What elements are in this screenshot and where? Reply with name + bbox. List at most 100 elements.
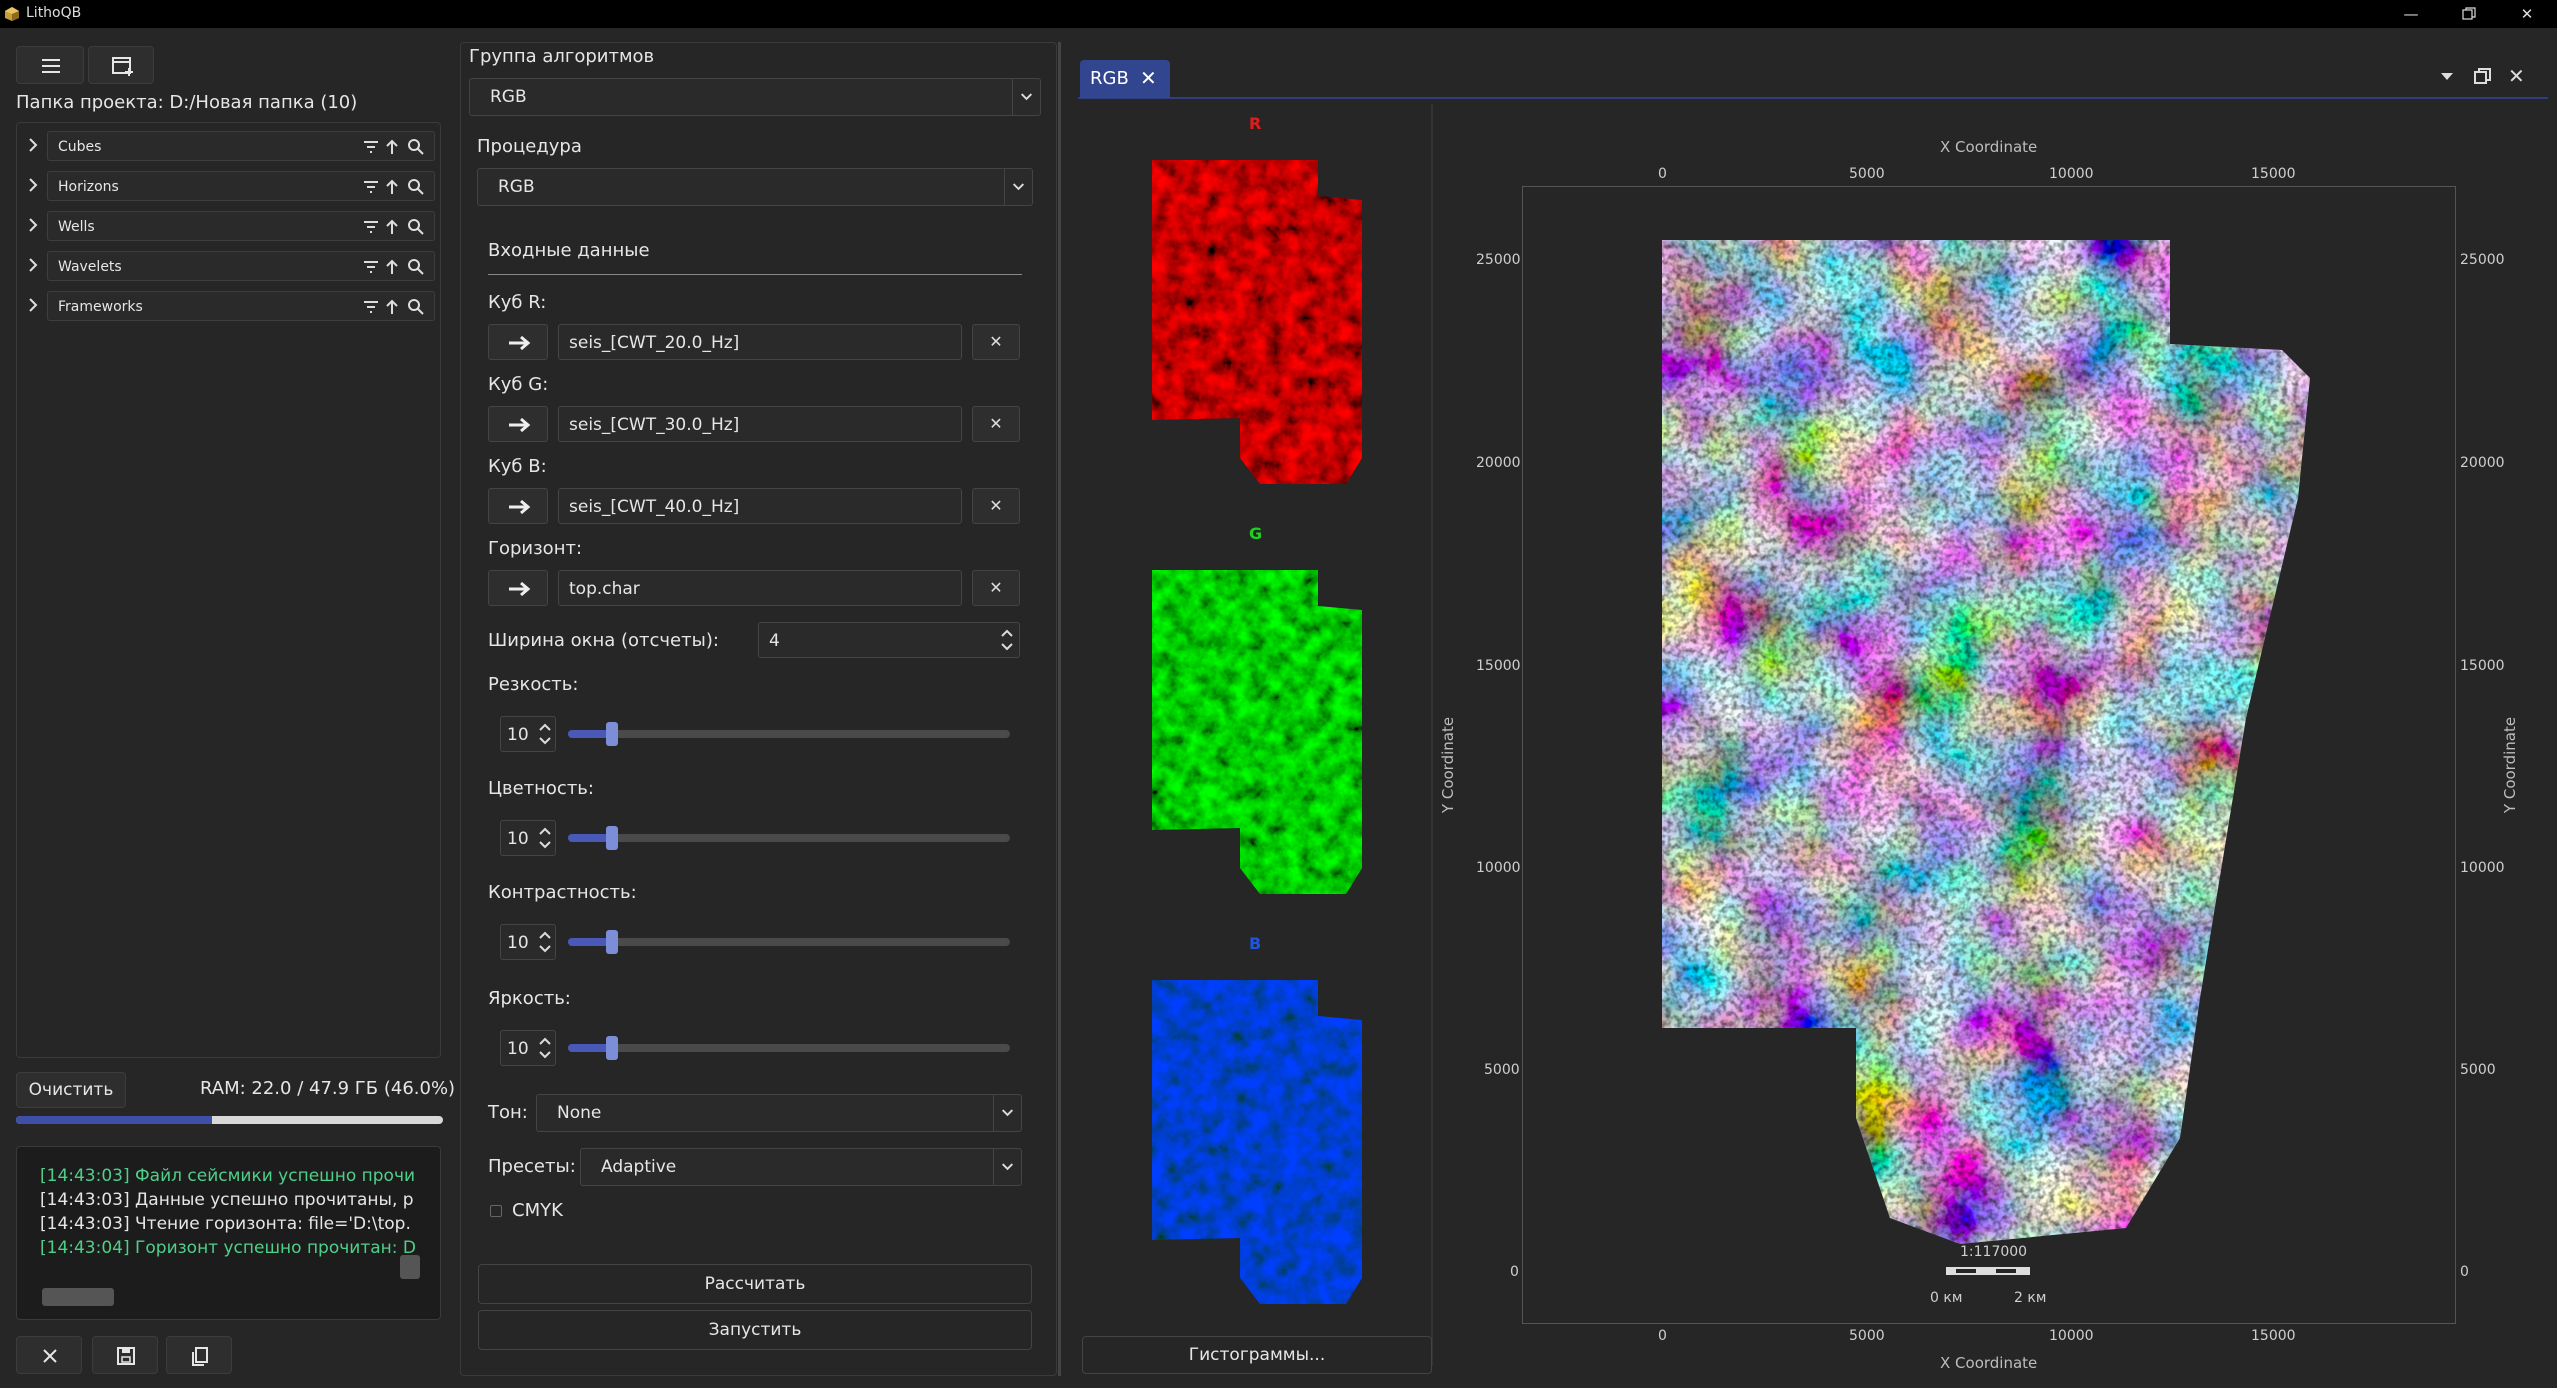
new-folder-icon: [112, 57, 133, 76]
app-title: LithoQB: [26, 5, 82, 21]
horizon-assign-button[interactable]: [488, 570, 548, 606]
close-icon[interactable]: ✕: [2504, 2, 2550, 26]
contrast-value: 10: [507, 933, 529, 953]
clear-button[interactable]: Очистить: [16, 1072, 126, 1108]
presets-select[interactable]: Adaptive: [580, 1148, 1022, 1186]
y-tick-label: 20000: [1476, 455, 1521, 471]
brightness-slider[interactable]: [568, 1036, 1010, 1060]
minimize-icon[interactable]: —: [2388, 2, 2434, 26]
chevron-right-icon[interactable]: [25, 255, 41, 275]
divider: [488, 274, 1022, 275]
tone-select[interactable]: None: [536, 1094, 1022, 1132]
cube-g-clear-button[interactable]: ✕: [972, 406, 1020, 442]
presets-value: Adaptive: [601, 1157, 677, 1177]
y-tick-label: 0: [2460, 1264, 2469, 1280]
spin-arrows-icon[interactable]: [999, 627, 1015, 653]
tree-item-frameworks[interactable]: Frameworks: [17, 289, 442, 321]
save-button[interactable]: [92, 1336, 158, 1374]
saturation-slider[interactable]: [568, 826, 1010, 850]
contrast-slider[interactable]: [568, 930, 1010, 954]
log-scrollbar-vertical[interactable]: [400, 1255, 420, 1279]
spin-arrows-icon[interactable]: [538, 825, 552, 851]
filter-sort-search-icons[interactable]: [360, 258, 430, 276]
tree-item-horizons[interactable]: Horizons: [17, 169, 442, 201]
spin-arrows-icon[interactable]: [538, 1035, 552, 1061]
tree-item-field[interactable]: Frameworks: [47, 291, 435, 321]
chevron-down-icon: [1012, 79, 1033, 115]
chevron-right-icon[interactable]: [25, 175, 41, 195]
tree-item-cubes[interactable]: Cubes: [17, 129, 442, 161]
new-project-button[interactable]: [88, 46, 154, 84]
cube-g-field[interactable]: seis_[CWT_30.0_Hz]: [558, 406, 962, 442]
saturation-spinbox[interactable]: 10: [500, 820, 556, 856]
title-bar: [0, 0, 2557, 28]
cube-r-assign-button[interactable]: [488, 324, 548, 360]
thumb-g-image: [1152, 570, 1362, 894]
log-line: [14:43:04] Горизонт успешно прочитан: D: [40, 1238, 417, 1258]
scale-start-label: 0 км: [1930, 1290, 1963, 1306]
menu-button[interactable]: [16, 46, 84, 84]
cube-r-clear-button[interactable]: ✕: [972, 324, 1020, 360]
splitter[interactable]: [1058, 42, 1061, 1376]
horizon-field[interactable]: top.char: [558, 570, 962, 606]
histograms-button[interactable]: Гистограммы...: [1082, 1336, 1432, 1374]
float-window-icon[interactable]: [2470, 64, 2494, 88]
cube-r-value: seis_[CWT_20.0_Hz]: [569, 333, 740, 353]
log-scrollbar-horizontal[interactable]: [42, 1288, 114, 1306]
copy-button[interactable]: [166, 1336, 232, 1374]
cube-r-field[interactable]: seis_[CWT_20.0_Hz]: [558, 324, 962, 360]
tree-item-field[interactable]: Wells: [47, 211, 435, 241]
tree-item-label: Horizons: [58, 179, 119, 195]
run-button[interactable]: Запустить: [478, 1310, 1032, 1350]
cube-b-label: Куб B:: [488, 456, 547, 477]
chevron-right-icon[interactable]: [25, 295, 41, 315]
calculate-button[interactable]: Рассчитать: [478, 1264, 1032, 1304]
slider-handle[interactable]: [606, 722, 619, 746]
tree-item-field[interactable]: Cubes: [47, 131, 435, 161]
sharpness-slider[interactable]: [568, 722, 1010, 746]
scale-ratio-label: 1:117000: [1960, 1244, 2028, 1260]
tab-rgb[interactable]: RGB ✕: [1080, 60, 1170, 98]
filter-sort-search-icons[interactable]: [360, 178, 430, 196]
rgb-attribute-map-image[interactable]: [1660, 238, 2314, 1244]
scale-bar-icon: [1946, 1267, 2030, 1275]
remove-button[interactable]: [16, 1336, 82, 1374]
ram-usage-fill: [16, 1116, 213, 1124]
filter-sort-search-icons[interactable]: [360, 298, 430, 316]
tab-close-icon[interactable]: ✕: [1140, 66, 1157, 90]
slider-handle[interactable]: [606, 826, 619, 850]
chevron-right-icon[interactable]: [25, 135, 41, 155]
x-tick-label: 10000: [2049, 1328, 2094, 1344]
thumb-b-image: [1152, 980, 1362, 1304]
tree-item-field[interactable]: Wavelets: [47, 251, 435, 281]
y-tick-label: 10000: [1476, 860, 1521, 876]
slider-handle[interactable]: [606, 1036, 619, 1060]
tree-item-wells[interactable]: Wells: [17, 209, 442, 241]
tree-item-wavelets[interactable]: Wavelets: [17, 249, 442, 281]
spin-arrows-icon[interactable]: [538, 929, 552, 955]
restore-icon[interactable]: [2446, 2, 2492, 26]
cmyk-checkbox[interactable]: [490, 1205, 502, 1217]
brightness-spinbox[interactable]: 10: [500, 1030, 556, 1066]
horizon-value: top.char: [569, 579, 640, 599]
slider-handle[interactable]: [606, 930, 619, 954]
contrast-spinbox[interactable]: 10: [500, 924, 556, 960]
horizon-clear-button[interactable]: ✕: [972, 570, 1020, 606]
close-panel-icon[interactable]: ✕: [2508, 64, 2532, 88]
chevron-right-icon[interactable]: [25, 215, 41, 235]
window-width-spinbox[interactable]: 4: [758, 622, 1020, 658]
tree-item-field[interactable]: Horizons: [47, 171, 435, 201]
cube-b-clear-button[interactable]: ✕: [972, 488, 1020, 524]
cube-b-assign-button[interactable]: [488, 488, 548, 524]
group-select[interactable]: RGB: [469, 78, 1041, 116]
filter-sort-search-icons[interactable]: [360, 138, 430, 156]
procedure-select[interactable]: RGB: [477, 168, 1033, 206]
cube-b-field[interactable]: seis_[CWT_40.0_Hz]: [558, 488, 962, 524]
spin-arrows-icon[interactable]: [538, 721, 552, 747]
tab-menu-chevron-icon[interactable]: [2436, 64, 2458, 88]
hamburger-icon: [42, 59, 60, 73]
window-width-label: Ширина окна (отсчеты):: [488, 630, 719, 651]
cube-g-assign-button[interactable]: [488, 406, 548, 442]
filter-sort-search-icons[interactable]: [360, 218, 430, 236]
sharpness-spinbox[interactable]: 10: [500, 716, 556, 752]
